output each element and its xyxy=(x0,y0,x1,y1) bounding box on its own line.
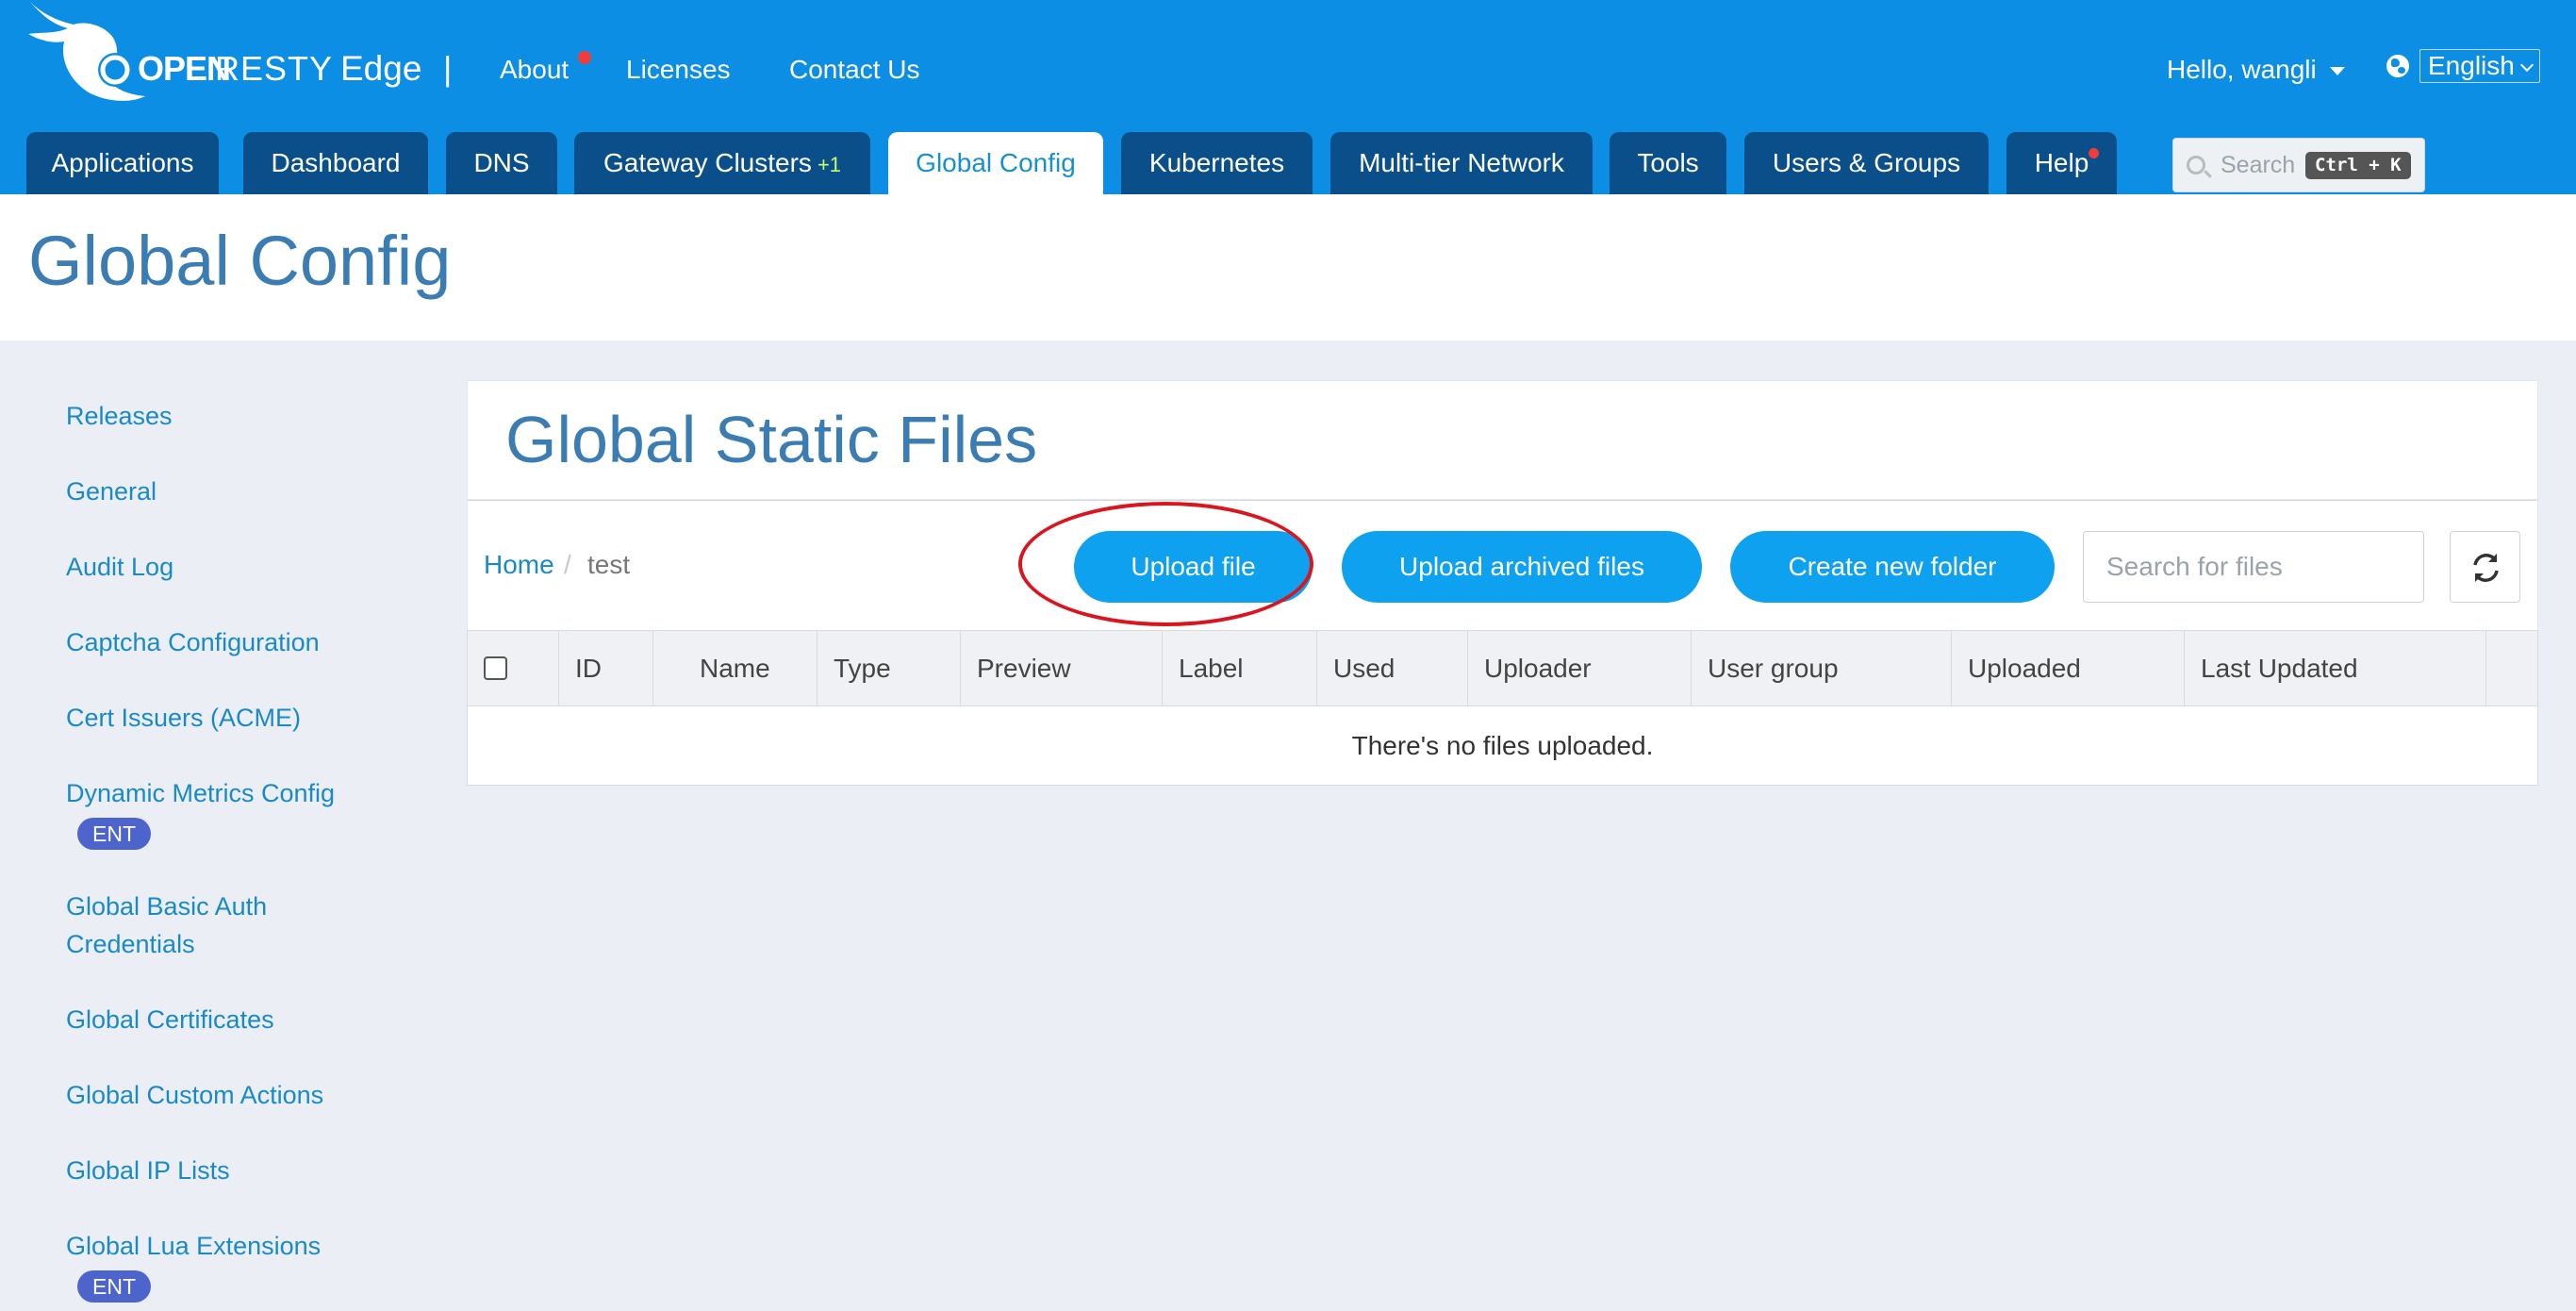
select-all-checkbox[interactable] xyxy=(484,656,507,680)
logo-text-edge: Edge xyxy=(340,49,422,88)
sidebar-item-label: Dynamic Metrics Config xyxy=(66,779,336,807)
tab-label: DNS xyxy=(473,148,530,177)
files-table: ID Name Type Preview Label Used Uploader… xyxy=(467,630,2538,786)
sidebar-item-global-certificates[interactable]: Global Certificates xyxy=(66,1001,405,1038)
tab-dns[interactable]: DNS xyxy=(446,132,557,194)
user-greeting: Hello, wangli xyxy=(2167,55,2317,84)
caret-down-icon xyxy=(2329,67,2345,76)
bird-logo-icon xyxy=(28,2,145,101)
tab-kubernetes[interactable]: Kubernetes xyxy=(1121,132,1313,194)
column-header-used[interactable]: Used xyxy=(1317,631,1468,706)
tab-label: Multi-tier Network xyxy=(1359,148,1564,177)
chevron-down-icon xyxy=(2519,58,2534,73)
logo-text-resty: RESTY xyxy=(215,49,334,88)
sidebar-item-global-lua-extensions[interactable]: Global Lua Extensions ENT xyxy=(66,1227,405,1304)
licenses-link[interactable]: Licenses xyxy=(626,55,731,85)
sidebar-item-global-ip-lists[interactable]: Global IP Lists xyxy=(66,1152,405,1189)
column-header-last-updated[interactable]: Last Updated xyxy=(2185,631,2486,706)
sidebar-item-captcha-configuration[interactable]: Captcha Configuration xyxy=(66,623,405,661)
refresh-icon xyxy=(2473,554,2499,582)
breadcrumb-current: test xyxy=(587,550,631,579)
column-header-id[interactable]: ID xyxy=(559,631,653,706)
files-toolbar: Home / test Upload file Upload archived … xyxy=(467,500,2538,630)
create-new-folder-button[interactable]: Create new folder xyxy=(1730,531,2055,603)
tab-gateway-clusters[interactable]: Gateway Clusters +1 xyxy=(574,132,870,194)
global-search-placeholder: Search xyxy=(2221,152,2296,178)
tab-label: Applications xyxy=(51,148,194,177)
tab-label: Dashboard xyxy=(271,148,401,177)
sidebar-item-audit-log[interactable]: Audit Log xyxy=(66,548,405,586)
openresty-edge-logo[interactable]: OPEN RESTY Edge xyxy=(26,0,421,113)
sidebar-item-cert-issuers[interactable]: Cert Issuers (ACME) xyxy=(66,699,405,737)
page-title: Global Config xyxy=(28,222,452,300)
search-shortcut-key: Ctrl + K xyxy=(2305,152,2411,179)
upload-file-highlight-circle xyxy=(1018,502,1313,626)
user-menu[interactable]: Hello, wangli xyxy=(2167,55,2345,85)
column-header-name[interactable]: Name xyxy=(653,631,817,706)
sidebar-item-releases[interactable]: Releases xyxy=(66,397,405,435)
globe-icon xyxy=(2386,55,2409,77)
search-files-input[interactable] xyxy=(2083,531,2424,603)
tab-label: Help xyxy=(2034,148,2089,177)
help-notification-dot xyxy=(2089,148,2099,158)
column-header-uploaded[interactable]: Uploaded xyxy=(1952,631,2185,706)
tab-label: Users & Groups xyxy=(1772,148,1961,177)
column-header-uploader[interactable]: Uploader xyxy=(1468,631,1692,706)
tab-label: Gateway Clusters xyxy=(603,148,812,177)
ent-badge: ENT xyxy=(77,1270,151,1303)
static-files-panel-header: Global Static Files xyxy=(467,380,2538,500)
select-all-cell xyxy=(468,631,559,706)
breadcrumb-home[interactable]: Home xyxy=(484,550,554,580)
sidebar-item-general[interactable]: General xyxy=(66,473,405,510)
tab-users-groups[interactable]: Users & Groups xyxy=(1744,132,1989,194)
refresh-button[interactable] xyxy=(2450,531,2520,603)
column-header-user-group[interactable]: User group xyxy=(1692,631,1952,706)
sidebar-item-global-basic-auth-credentials[interactable]: Global Basic Auth Credentials xyxy=(66,888,349,963)
about-notification-dot xyxy=(578,51,591,64)
sidebar-item-label: Global Lua Extensions xyxy=(66,1232,322,1260)
column-header-label[interactable]: Label xyxy=(1163,631,1317,706)
tab-tools[interactable]: Tools xyxy=(1610,132,1726,194)
search-icon xyxy=(2187,156,2205,174)
column-header-type[interactable]: Type xyxy=(817,631,961,706)
language-value: English xyxy=(2428,51,2515,80)
upload-archived-files-button[interactable]: Upload archived files xyxy=(1342,531,1702,603)
column-header-preview: Preview xyxy=(961,631,1163,706)
table-header: ID Name Type Preview Label Used Uploader… xyxy=(468,631,2537,706)
tab-label: Tools xyxy=(1637,148,1699,177)
tab-global-config[interactable]: Global Config xyxy=(888,132,1103,194)
ent-badge: ENT xyxy=(77,818,151,850)
header-divider: | xyxy=(443,49,453,88)
sidebar-item-dynamic-metrics-config[interactable]: Dynamic Metrics Config ENT xyxy=(66,774,405,852)
language-select[interactable]: English xyxy=(2419,49,2540,83)
panel-title: Global Static Files xyxy=(505,403,1038,476)
tab-dashboard[interactable]: Dashboard xyxy=(243,132,428,194)
tab-label: Global Config xyxy=(916,148,1076,177)
contact-us-link[interactable]: Contact Us xyxy=(789,55,920,85)
tab-label: Kubernetes xyxy=(1148,148,1285,177)
tab-multi-tier-network[interactable]: Multi-tier Network xyxy=(1330,132,1593,194)
gateway-clusters-badge: +1 xyxy=(817,153,842,176)
top-header: OPEN RESTY Edge | About Licenses Contact… xyxy=(0,0,2576,194)
about-link[interactable]: About xyxy=(500,55,569,85)
tab-help[interactable]: Help xyxy=(2006,132,2117,194)
global-search-box[interactable]: Search Ctrl + K xyxy=(2172,138,2425,192)
breadcrumb-separator: / xyxy=(564,550,571,579)
table-empty-message: There's no files uploaded. xyxy=(1351,731,1654,760)
sidebar-item-global-custom-actions[interactable]: Global Custom Actions xyxy=(66,1076,405,1114)
tab-applications[interactable]: Applications xyxy=(26,132,219,194)
page-title-band: Global Config xyxy=(0,194,2576,340)
